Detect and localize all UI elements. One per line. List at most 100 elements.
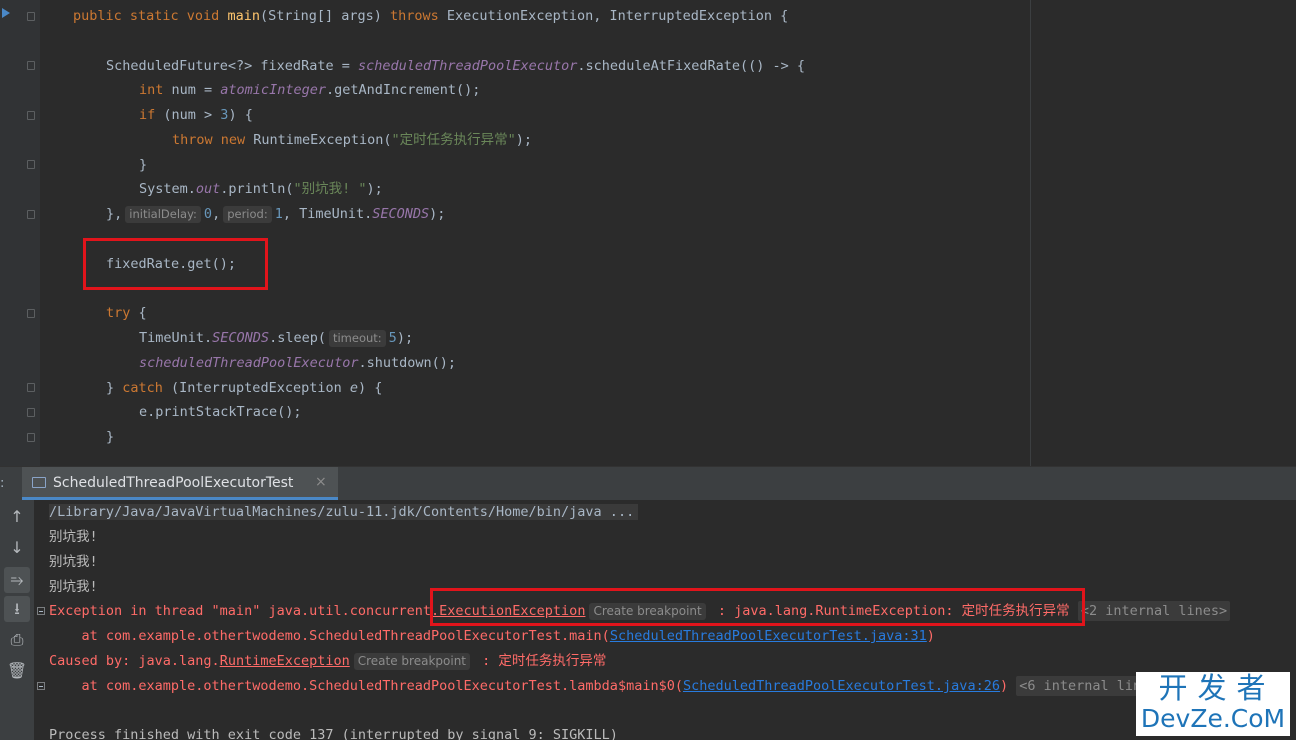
caused-by-text: Caused by: java.lang. [49,653,220,669]
run-console[interactable]: ↑ ↓ ⥱ ⭳ ⎙ 🗑 /Library/Java/JavaVirtualMac… [0,500,1296,740]
parameter-hint: period: [223,206,272,223]
code-token: (InterruptedException [162,380,350,396]
fold-marker-icon[interactable] [27,408,35,417]
code-line[interactable]: int num = atomicInteger.getAndIncrement(… [139,78,480,102]
code-token: 5 [388,330,397,346]
console-line: 别坑我! [49,575,98,599]
console-line: at com.example.othertwodemo.ScheduledThr… [49,624,935,648]
code-token: if [139,107,156,123]
code-token: ) { [357,380,383,396]
code-line[interactable]: try { [106,301,147,325]
console-line: /Library/Java/JavaVirtualMachines/zulu-1… [49,500,639,524]
code-token: throws [390,8,439,24]
code-line[interactable]: } catch (InterruptedException e) { [106,376,382,400]
code-token: .getAndIncrement(); [325,82,481,98]
console-output: 别坑我! [49,579,98,595]
code-token: } [106,429,115,445]
code-token: , [212,206,221,222]
fold-marker-icon[interactable] [27,309,35,318]
trash-icon[interactable]: 🗑 [4,658,30,684]
code-token: "定时任务执行异常" [391,132,516,148]
console-output: 别坑我! [49,554,98,570]
code-line[interactable]: }, initialDelay: 0, period: 1, TimeUnit.SECO… [106,202,445,226]
stack-frame-text: ) [926,628,935,644]
console-line: at com.example.othertwodemo.ScheduledThr… [49,674,1169,698]
code-token: scheduledThreadPoolExecutor [357,58,578,74]
arrow-up-icon[interactable]: ↑ [4,504,30,530]
source-link[interactable]: ScheduledThreadPoolExecutorTest.java:31 [610,628,927,644]
fold-marker-icon[interactable] [27,160,35,169]
code-token: ScheduledFuture<?> fixedRate = [106,58,358,74]
fold-marker-icon[interactable] [27,61,35,70]
tab-run-configuration[interactable]: ScheduledThreadPoolExecutorTest × [22,467,338,500]
fold-marker-icon[interactable] [27,111,35,120]
process-finished-text: Process finished with exit code 137 (int… [49,727,618,740]
right-margin-guide [1030,0,1031,466]
code-line[interactable]: scheduledThreadPoolExecutor.shutdown(); [139,351,456,375]
console-line: 别坑我! [49,550,98,574]
code-token: RuntimeException( [245,132,392,148]
code-line[interactable]: } [106,425,114,449]
tool-window-prefix: : [0,476,5,491]
create-breakpoint-button[interactable]: Create breakpoint [353,653,470,670]
code-token: TimeUnit. [139,330,213,346]
fold-toggle-icon[interactable] [37,607,45,615]
code-token: new [212,132,246,148]
fold-toggle-icon[interactable] [37,682,45,690]
code-line[interactable]: ScheduledFuture<?> fixedRate = scheduled… [106,54,805,78]
code-token: num = [163,82,221,98]
code-token: 1 [274,206,283,222]
stack-frame-text: at com.example.othertwodemo.ScheduledThr… [49,628,610,644]
code-token: scheduledThreadPoolExecutor [139,355,359,371]
code-token: ExecutionException, InterruptedException… [438,8,789,24]
code-token: int [139,82,164,98]
code-line[interactable]: public static void main(String[] args) t… [73,4,788,28]
code-token: (String[] args) [259,8,390,24]
code-token: 0 [203,206,213,222]
code-line[interactable]: throw new RuntimeException("定时任务执行异常"); [172,128,532,152]
code-token: public static void [73,8,228,24]
tab-label: ScheduledThreadPoolExecutorTest [53,475,294,491]
exception-class-link[interactable]: RuntimeException [220,653,350,669]
fold-marker-icon[interactable] [27,383,35,392]
arrow-down-icon[interactable]: ↓ [4,535,30,561]
stack-frame-text: at com.example.othertwodemo.ScheduledThr… [49,678,683,694]
parameter-hint: timeout: [328,330,386,347]
code-token: ); [396,330,414,346]
code-token: ); [366,181,383,197]
internal-lines-toggle[interactable]: <2 internal lines> [1077,601,1231,621]
code-token: SECONDS [212,330,270,346]
code-line[interactable]: } [139,153,147,177]
run-gutter-icon[interactable] [2,8,10,18]
code-token: SECONDS [372,206,430,222]
code-editor[interactable]: public static void main(String[] args) t… [0,0,1296,466]
close-icon[interactable]: × [315,474,327,490]
code-line[interactable]: e.printStackTrace(); [139,400,302,424]
code-token: atomicInteger [220,82,326,98]
fold-marker-icon[interactable] [27,12,35,21]
fold-marker-icon[interactable] [27,210,35,219]
code-line[interactable]: if (num > 3) { [139,103,253,127]
code-line[interactable]: System.out.println("别坑我! "); [139,177,383,201]
fold-marker-icon[interactable] [27,433,35,442]
code-token: ) { [228,107,253,123]
console-line: Process finished with exit code 137 (int… [49,723,618,740]
console-output: 别坑我! [49,529,98,545]
parameter-hint: initialDelay: [125,206,201,223]
code-token: ); [429,206,446,222]
scroll-to-end-icon[interactable]: ⭳ [4,596,30,622]
code-token: main [227,8,260,24]
code-token: "别坑我! " [293,181,367,197]
console-line: Caused by: java.lang.RuntimeException Cre… [49,649,606,673]
code-token: try [106,305,131,321]
editor-gutter[interactable] [0,0,40,466]
java-command-path[interactable]: /Library/Java/JavaVirtualMachines/zulu-1… [49,504,639,520]
soft-wrap-icon[interactable]: ⥱ [4,567,30,593]
watermark-text-bottom: DevZe.CoM [1140,704,1286,733]
console-line: 别坑我! [49,525,98,549]
code-token: } [139,157,148,173]
print-icon[interactable]: ⎙ [4,627,30,653]
source-link[interactable]: ScheduledThreadPoolExecutorTest.java:26 [683,678,1000,694]
code-line[interactable]: TimeUnit.SECONDS.sleep(timeout: 5); [139,326,413,350]
code-token: } [106,380,123,396]
